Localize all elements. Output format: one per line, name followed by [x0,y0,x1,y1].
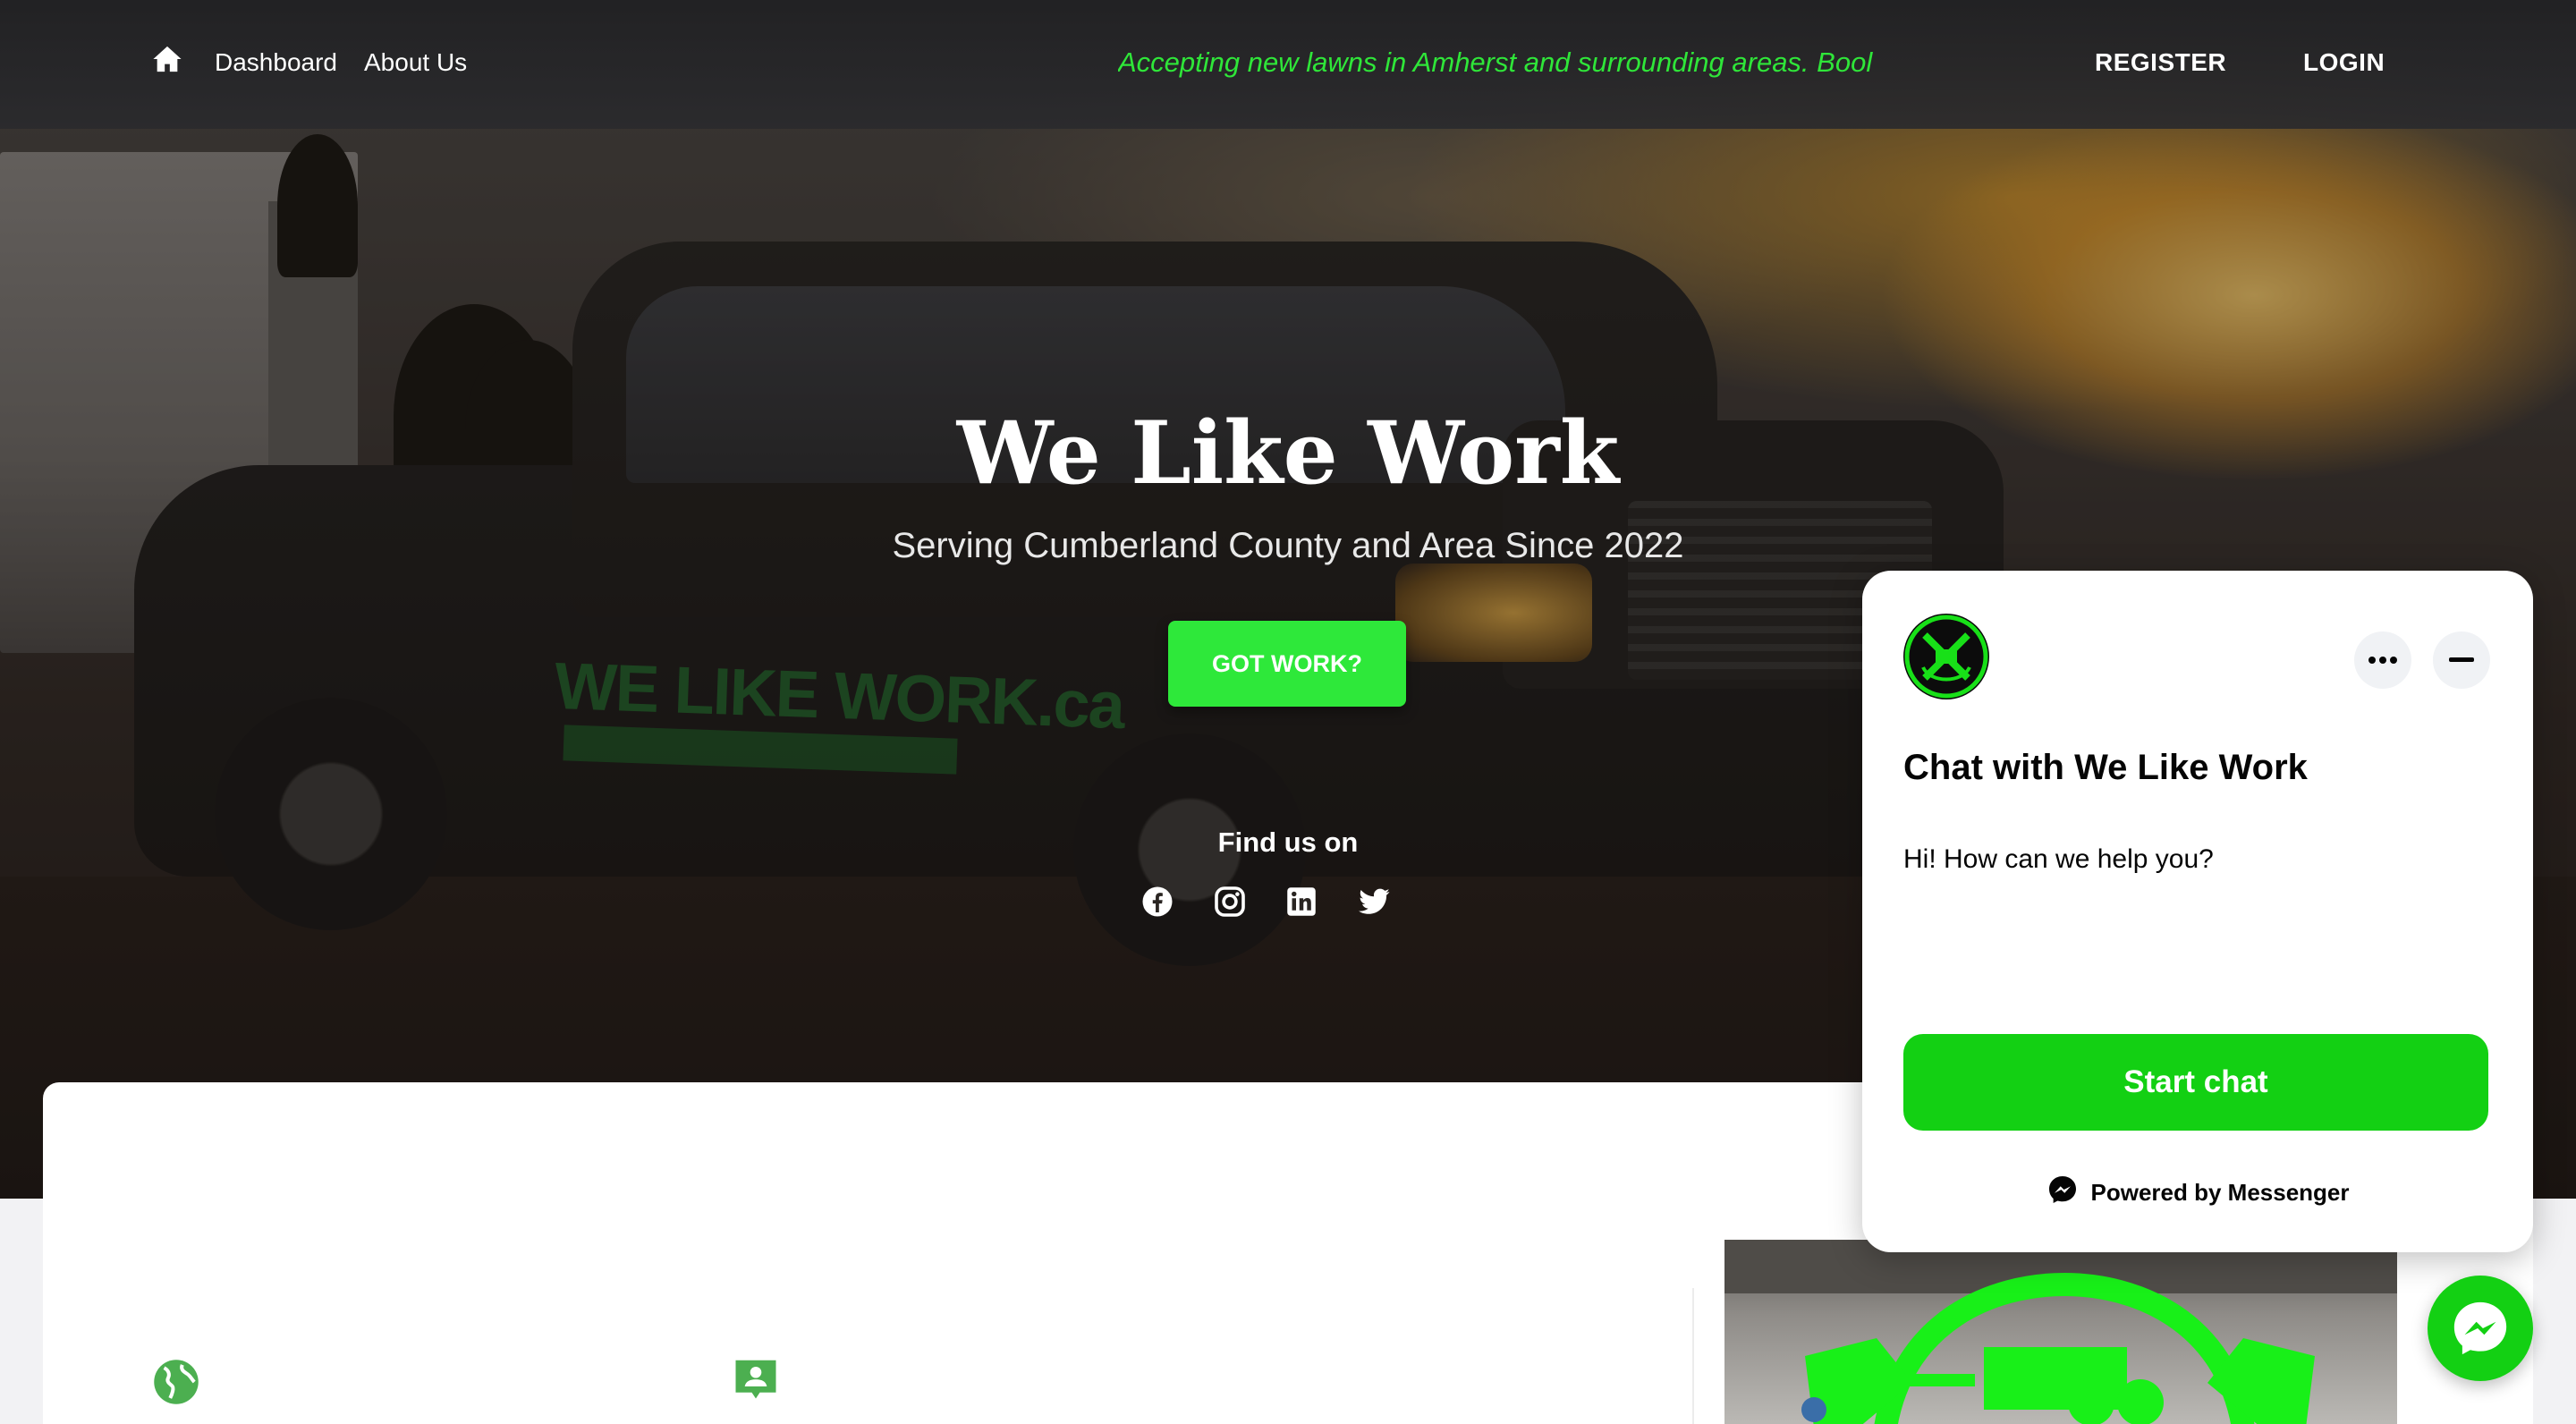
powered-by-messenger: Powered by Messenger [1862,1174,2533,1207]
company-logo-icon [1724,1240,2397,1424]
nav-link-about-us[interactable]: About Us [364,48,467,77]
messenger-icon [2048,1176,2076,1203]
facebook-icon[interactable] [1141,886,1174,918]
login-button[interactable]: LOGIN [2303,48,2385,77]
globe-icon [154,1360,199,1404]
hero-subtitle: Serving Cumberland County and Area Since… [892,526,1684,565]
logo-preview-image [1724,1240,2397,1424]
home-icon[interactable] [152,45,182,73]
hero-title: We Like Work [956,403,1620,504]
instagram-icon[interactable] [1214,886,1246,918]
chat-title: Chat with We Like Work [1903,748,2308,787]
chat-greeting: Hi! How can we help you? [1903,844,2214,874]
messenger-icon [2453,1301,2507,1355]
more-dots-icon [2368,657,2397,664]
chat-page-avatar [1903,614,1989,699]
top-navbar: Dashboard About Us Accepting new lawns i… [0,0,2576,129]
minimize-icon [2449,657,2474,662]
contact-card-icon [735,1360,776,1399]
content-divider [1692,1288,1694,1424]
got-work-button[interactable]: GOT WORK? [1168,621,1406,707]
register-button[interactable]: REGISTER [2095,48,2226,77]
powered-by-label: Powered by Messenger [2090,1179,2350,1206]
chat-minimize-button[interactable] [2433,631,2490,689]
twitter-icon[interactable] [1359,886,1391,918]
start-chat-button[interactable]: Start chat [1903,1034,2488,1131]
messenger-launcher-button[interactable] [2428,1276,2533,1381]
linkedin-icon[interactable] [1285,886,1318,918]
chat-more-options-button[interactable] [2354,631,2411,689]
messenger-chat-panel: Chat with We Like Work Hi! How can we he… [1862,571,2533,1252]
announcement-marquee: Accepting new lawns in Amherst and surro… [1118,47,1873,78]
nav-link-dashboard[interactable]: Dashboard [215,48,337,77]
